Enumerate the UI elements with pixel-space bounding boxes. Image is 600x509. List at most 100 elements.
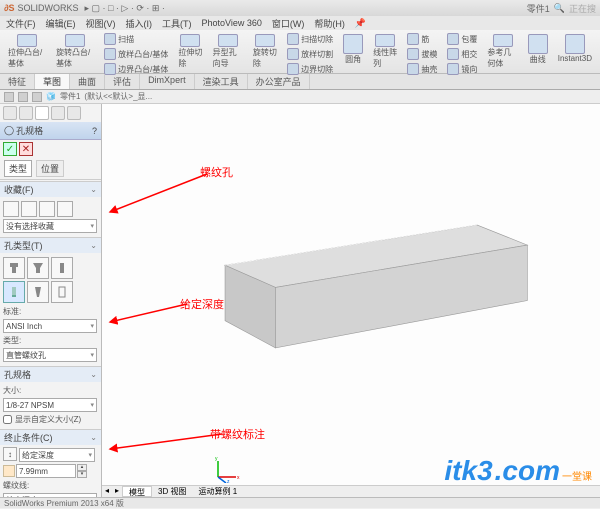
spin-down[interactable]: ▾ xyxy=(77,471,87,478)
panel-tab[interactable] xyxy=(51,106,65,120)
holetype-hole[interactable] xyxy=(51,257,73,279)
bottom-tab-3dview[interactable]: 3D 视图 xyxy=(152,486,192,497)
fav-btn[interactable] xyxy=(57,201,73,217)
refgeom-button[interactable]: 参考几何体 xyxy=(483,32,521,71)
annotation-thread-callout: 带螺纹标注 xyxy=(210,426,265,442)
holetype-counterbore[interactable] xyxy=(3,257,25,279)
instant3d-button[interactable]: Instant3D xyxy=(554,32,596,71)
sweep-cut-button[interactable]: 扫描切除 xyxy=(285,32,335,46)
loft-cut-button[interactable]: 放样切割 xyxy=(285,47,335,61)
tab-render[interactable]: 渲染工具 xyxy=(195,74,248,89)
quicklaunch[interactable]: ▸ ▢ · □ · ▷ · ⟳ · ⊞ · xyxy=(84,3,164,14)
annotation-thread-hole: 螺纹孔 xyxy=(200,164,233,180)
nav-icon[interactable] xyxy=(18,92,28,102)
holetype-countersink[interactable] xyxy=(27,257,49,279)
app-logo: ∂S xyxy=(4,3,14,13)
pattern-button[interactable]: 线性阵列 xyxy=(369,32,401,71)
next-tab-icon[interactable]: ▸ xyxy=(112,486,122,497)
draft-button[interactable]: 拔模 xyxy=(405,47,439,61)
wrap-button[interactable]: 包覆 xyxy=(445,32,479,46)
depth-icon xyxy=(3,465,15,477)
nav-icon[interactable] xyxy=(4,92,14,102)
nav-icon[interactable] xyxy=(32,92,42,102)
search-icon: 🔍 xyxy=(554,3,565,14)
standard-dropdown[interactable]: ANSI Inch▾ xyxy=(3,319,97,333)
type-dropdown[interactable]: 直管螺纹孔▾ xyxy=(3,348,97,362)
title-bar: ∂S SOLIDWORKS ▸ ▢ · □ · ▷ · ⟳ · ⊞ · 零件1 … xyxy=(0,0,600,16)
search-field[interactable]: 正在搜 xyxy=(569,2,596,15)
bottom-tab-study[interactable]: 运动算例 1 xyxy=(192,486,243,497)
fav-btn[interactable] xyxy=(39,201,55,217)
panel-tab[interactable] xyxy=(3,106,17,120)
orientation-triad: y x z xyxy=(212,453,242,483)
status-text: SolidWorks Premium 2013 x64 版 xyxy=(4,498,124,509)
direction-toggle[interactable]: ↕ xyxy=(3,447,17,461)
menu-pin-icon[interactable]: 📌 xyxy=(355,18,366,29)
depth-input[interactable]: 7.99mm xyxy=(16,464,76,478)
tab-office[interactable]: 办公室产品 xyxy=(248,74,310,89)
size-dropdown[interactable]: 1/8-27 NPSM▾ xyxy=(3,398,97,412)
extrude-boss-button[interactable]: 拉伸凸台/基体 xyxy=(4,32,50,71)
watermark: itk3.com 一堂课 xyxy=(444,455,592,487)
prev-tab-icon[interactable]: ◂ xyxy=(102,486,112,497)
bottom-tab-model[interactable]: 模型 xyxy=(122,486,152,497)
curves-button[interactable]: 曲线 xyxy=(524,32,552,71)
subtab-type[interactable]: 类型 xyxy=(4,160,32,177)
loft-boss-button[interactable]: 放样凸台/基体 xyxy=(102,47,170,61)
fav-btn[interactable] xyxy=(3,201,19,217)
holetype-legacy[interactable] xyxy=(51,281,73,303)
spin-up[interactable]: ▴ xyxy=(77,464,87,471)
menu-edit[interactable]: 编辑(E) xyxy=(46,17,76,30)
tab-surface[interactable]: 曲面 xyxy=(70,74,105,89)
cancel-button[interactable]: ✕ xyxy=(19,142,33,156)
breadcrumb-bar: 🧊 零件1 (默认<<默认>_显... xyxy=(0,90,600,104)
help-icon[interactable]: ? xyxy=(92,126,97,136)
section-favorite[interactable]: 收藏(F)⌄ xyxy=(0,182,101,197)
holetype-tapered-tap[interactable] xyxy=(27,281,49,303)
menu-tools[interactable]: 工具(T) xyxy=(162,17,192,30)
favorite-dropdown[interactable]: 没有选择收藏▾ xyxy=(3,219,97,233)
tab-feature[interactable]: 特征 xyxy=(0,74,35,89)
menu-insert[interactable]: 插入(I) xyxy=(126,17,153,30)
menu-window[interactable]: 窗口(W) xyxy=(272,17,305,30)
rib-button[interactable]: 筋 xyxy=(405,32,439,46)
custom-size-checkbox[interactable]: 显示自定义大小(Z) xyxy=(3,413,98,426)
tab-evaluate[interactable]: 评估 xyxy=(105,74,140,89)
menu-photoview[interactable]: PhotoView 360 xyxy=(202,18,262,28)
panel-tab[interactable] xyxy=(19,106,33,120)
menu-file[interactable]: 文件(F) xyxy=(6,17,36,30)
holetype-straight-tap[interactable] xyxy=(3,281,25,303)
tab-sketch[interactable]: 草图 xyxy=(35,74,70,89)
section-holetype[interactable]: 孔类型(T)⌄ xyxy=(0,238,101,253)
breadcrumb-state: (默认<<默认>_显... xyxy=(84,91,152,102)
app-name: SOLIDWORKS xyxy=(17,3,78,13)
graphics-viewport[interactable]: 螺纹孔 给定深度 带螺纹标注 y x z ◂ ▸ 模型 3D 视图 运动算例 1… xyxy=(102,104,600,497)
tab-dimxpert[interactable]: DimXpert xyxy=(140,74,195,89)
intersect-button[interactable]: 相交 xyxy=(445,47,479,61)
subtab-position[interactable]: 位置 xyxy=(36,160,64,177)
section-holespec[interactable]: 孔规格⌄ xyxy=(0,367,101,382)
hole-wizard-button[interactable]: 异型孔向导 xyxy=(209,32,247,71)
command-tabs: 特征 草图 曲面 评估 DimXpert 渲染工具 办公室产品 xyxy=(0,74,600,90)
fillet-button[interactable]: 圆角 xyxy=(339,32,367,71)
model-render xyxy=(102,104,600,497)
endcond-dropdown[interactable]: 给定深度▾ xyxy=(19,448,95,462)
section-endcond[interactable]: 终止条件(C)⌄ xyxy=(0,430,101,445)
mirror-button[interactable]: 镜向 xyxy=(445,62,479,76)
fav-btn[interactable] xyxy=(21,201,37,217)
breadcrumb-doc[interactable]: 零件1 xyxy=(60,91,80,102)
menu-view[interactable]: 视图(V) xyxy=(86,17,116,30)
doc-title: 零件1 xyxy=(527,2,550,15)
panel-tab[interactable] xyxy=(35,106,49,120)
revolve-cut-button[interactable]: 旋转切除 xyxy=(249,32,281,71)
sweep-boss-button[interactable]: 扫描 xyxy=(102,32,170,46)
revolve-boss-button[interactable]: 旋转凸台/基体 xyxy=(52,32,98,71)
ok-button[interactable]: ✓ xyxy=(3,142,17,156)
menu-bar: 文件(F) 编辑(E) 视图(V) 插入(I) 工具(T) PhotoView … xyxy=(0,16,600,30)
shell-button[interactable]: 抽壳 xyxy=(405,62,439,76)
svg-text:z: z xyxy=(227,479,230,483)
menu-help[interactable]: 帮助(H) xyxy=(314,17,345,30)
extrude-cut-button[interactable]: 拉伸切除 xyxy=(174,32,206,71)
panel-title: ◯ 孔规格 ? xyxy=(0,122,101,140)
panel-tab[interactable] xyxy=(67,106,81,120)
